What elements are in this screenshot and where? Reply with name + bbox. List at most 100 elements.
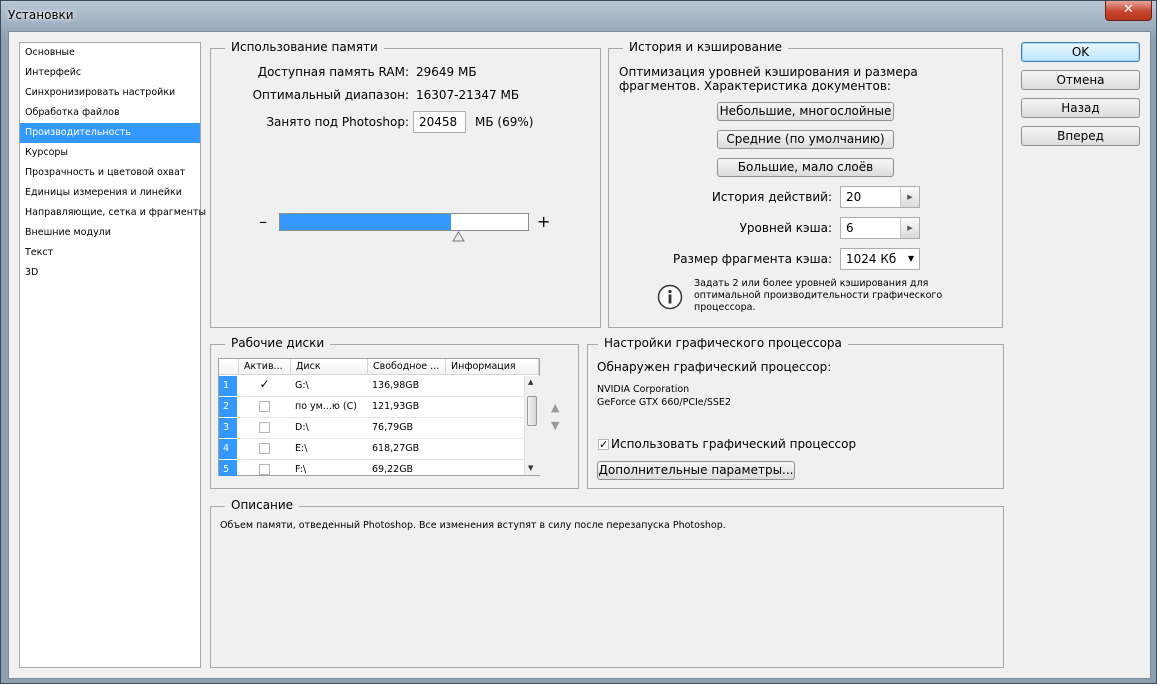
row-active-checkbox[interactable]: ✓ <box>259 377 270 391</box>
dialog-window: Установки ✕ Основные Интерфейс Синхрониз… <box>0 0 1157 684</box>
description-title: Описание <box>225 498 300 512</box>
gpu-settings-title: Настройки графического процессора <box>598 336 848 350</box>
scroll-up-icon[interactable]: ▲ <box>528 378 533 386</box>
row-free: 121,93GB <box>372 401 420 412</box>
memory-slider-fill <box>280 214 451 230</box>
decrease-memory-icon[interactable]: – <box>259 212 267 231</box>
scroll-thumb[interactable] <box>527 396 537 426</box>
info-icon <box>657 284 683 310</box>
sidebar-item-interface[interactable]: Интерфейс <box>20 63 200 83</box>
cache-tile-select[interactable]: 1024 Кб ▼ <box>840 248 920 270</box>
sidebar-item-guides[interactable]: Направляющие, сетка и фрагменты <box>20 203 206 223</box>
cache-tile-value: 1024 Кб <box>846 252 897 266</box>
gpu-advanced-settings-button[interactable]: Дополнительные параметры... <box>597 461 795 480</box>
table-header-disk[interactable]: Диск <box>291 359 368 375</box>
row-number: 2 <box>219 397 237 417</box>
optimal-range-label: Оптимальный диапазон: <box>252 88 409 102</box>
close-icon: ✕ <box>1123 2 1134 17</box>
optimal-range-value: 16307-21347 МБ <box>416 88 520 102</box>
history-states-spin-icon[interactable]: ▶ <box>900 187 919 207</box>
big-flat-button[interactable]: Большие, мало слоёв <box>717 158 894 177</box>
row-free: 618,27GB <box>372 443 420 454</box>
window-title: Установки <box>8 8 74 22</box>
cache-levels-spin-icon[interactable]: ▶ <box>900 218 919 238</box>
table-row[interactable]: 4 E:\ 618,27GB <box>219 439 525 460</box>
table-header-num <box>219 359 239 375</box>
photoshop-memory-input[interactable]: 20458 <box>413 111 466 133</box>
dialog-content: Основные Интерфейс Синхронизировать наст… <box>8 31 1151 679</box>
row-free: 136,98GB <box>372 380 420 391</box>
sidebar-item-cursors[interactable]: Курсоры <box>20 143 200 163</box>
back-button[interactable]: Назад <box>1021 98 1140 118</box>
cancel-button[interactable]: Отмена <box>1021 70 1140 90</box>
next-button[interactable]: Вперед <box>1021 126 1140 146</box>
checkmark-icon: ✓ <box>599 438 609 451</box>
row-number: 3 <box>219 418 237 438</box>
table-body: 1 ✓ G:\ 136,98GB 2 по ум...ю (C) 121,93G… <box>219 376 525 476</box>
memory-slider-thumb[interactable] <box>452 231 465 242</box>
row-disk: по ум...ю (C) <box>295 401 357 412</box>
table-row[interactable]: 3 D:\ 76,79GB <box>219 418 525 439</box>
row-number: 1 <box>219 376 237 396</box>
sidebar-item-general[interactable]: Основные <box>20 43 200 63</box>
history-cache-title: История и кэширование <box>623 40 788 54</box>
title-bar[interactable]: Установки ✕ <box>1 1 1157 31</box>
use-gpu-checkbox[interactable]: ✓ <box>598 439 609 450</box>
checkmark-icon: ✓ <box>259 377 270 391</box>
cache-description: Оптимизация уровней кэширования и размер… <box>619 65 918 93</box>
sidebar-item-performance[interactable]: Производительность <box>20 123 200 143</box>
table-row[interactable]: 1 ✓ G:\ 136,98GB <box>219 376 525 397</box>
description-text: Объем памяти, отведенный Photoshop. Все … <box>220 520 726 531</box>
scratch-disks-title: Рабочие диски <box>225 336 331 350</box>
close-button[interactable]: ✕ <box>1105 1 1152 21</box>
cache-levels-label: Уровней кэша: <box>739 221 832 235</box>
tall-thin-button[interactable]: Небольшие, многослойные <box>717 102 894 121</box>
table-header-free[interactable]: Свободное ... <box>368 359 446 375</box>
sidebar-item-plugins[interactable]: Внешние модули <box>20 223 200 243</box>
row-free: 69,22GB <box>372 464 414 475</box>
scroll-down-icon[interactable]: ▼ <box>528 464 533 472</box>
category-list[interactable]: Основные Интерфейс Синхронизировать наст… <box>19 42 206 668</box>
cache-levels-input[interactable]: 6 ▶ <box>840 217 920 239</box>
default-cache-button[interactable]: Средние (по умолчанию) <box>717 130 894 149</box>
history-states-value: 20 <box>846 190 862 204</box>
history-states-input[interactable]: 20 ▶ <box>840 186 920 208</box>
gpu-model: GeForce GTX 660/PCIe/SSE2 <box>597 397 731 408</box>
table-header-active[interactable]: Актив... <box>239 359 291 375</box>
row-active-checkbox[interactable] <box>259 443 270 454</box>
row-active-checkbox[interactable] <box>259 401 270 412</box>
row-active-checkbox[interactable] <box>259 464 270 475</box>
row-disk: E:\ <box>295 443 308 454</box>
increase-memory-icon[interactable]: + <box>537 212 550 231</box>
photoshop-memory-unit: МБ (69%) <box>475 115 534 129</box>
table-scrollbar[interactable]: ▲ ▼ <box>524 376 540 475</box>
cache-levels-value: 6 <box>846 221 854 235</box>
sidebar-item-transparency[interactable]: Прозрачность и цветовой охват <box>20 163 200 183</box>
chevron-down-icon: ▼ <box>907 254 914 263</box>
use-gpu-label[interactable]: Использовать графический процессор <box>611 437 856 451</box>
sidebar-item-type[interactable]: Текст <box>20 243 200 263</box>
row-number: 4 <box>219 439 237 459</box>
ok-button[interactable]: OK <box>1021 42 1140 62</box>
row-disk: F:\ <box>295 464 307 475</box>
move-up-icon[interactable]: ▲ <box>551 401 559 414</box>
history-states-label: История действий: <box>711 190 832 204</box>
sidebar-item-sync-settings[interactable]: Синхронизировать настройки <box>20 83 200 103</box>
scratch-disks-table[interactable]: Актив... Диск Свободное ... Информация 1… <box>218 358 540 476</box>
memory-usage-title: Использование памяти <box>225 40 384 54</box>
sidebar-item-3d[interactable]: 3D <box>20 263 200 283</box>
sidebar-item-units[interactable]: Единицы измерения и линейки <box>20 183 200 203</box>
move-down-icon[interactable]: ▼ <box>551 419 559 432</box>
row-free: 76,79GB <box>372 422 414 433</box>
table-row[interactable]: 5 F:\ 69,22GB <box>219 460 525 476</box>
memory-slider-track[interactable] <box>279 213 529 231</box>
row-active-checkbox[interactable] <box>259 422 270 433</box>
table-row[interactable]: 2 по ум...ю (C) 121,93GB <box>219 397 525 418</box>
gpu-vendor: NVIDIA Corporation <box>597 384 690 395</box>
row-disk: D:\ <box>295 422 309 433</box>
row-disk: G:\ <box>295 380 309 391</box>
photoshop-memory-label: Занято под Photoshop: <box>266 115 409 129</box>
table-header-info[interactable]: Информация <box>446 359 539 375</box>
sidebar-item-file-handling[interactable]: Обработка файлов <box>20 103 200 123</box>
ram-value: 29649 МБ <box>416 65 477 79</box>
